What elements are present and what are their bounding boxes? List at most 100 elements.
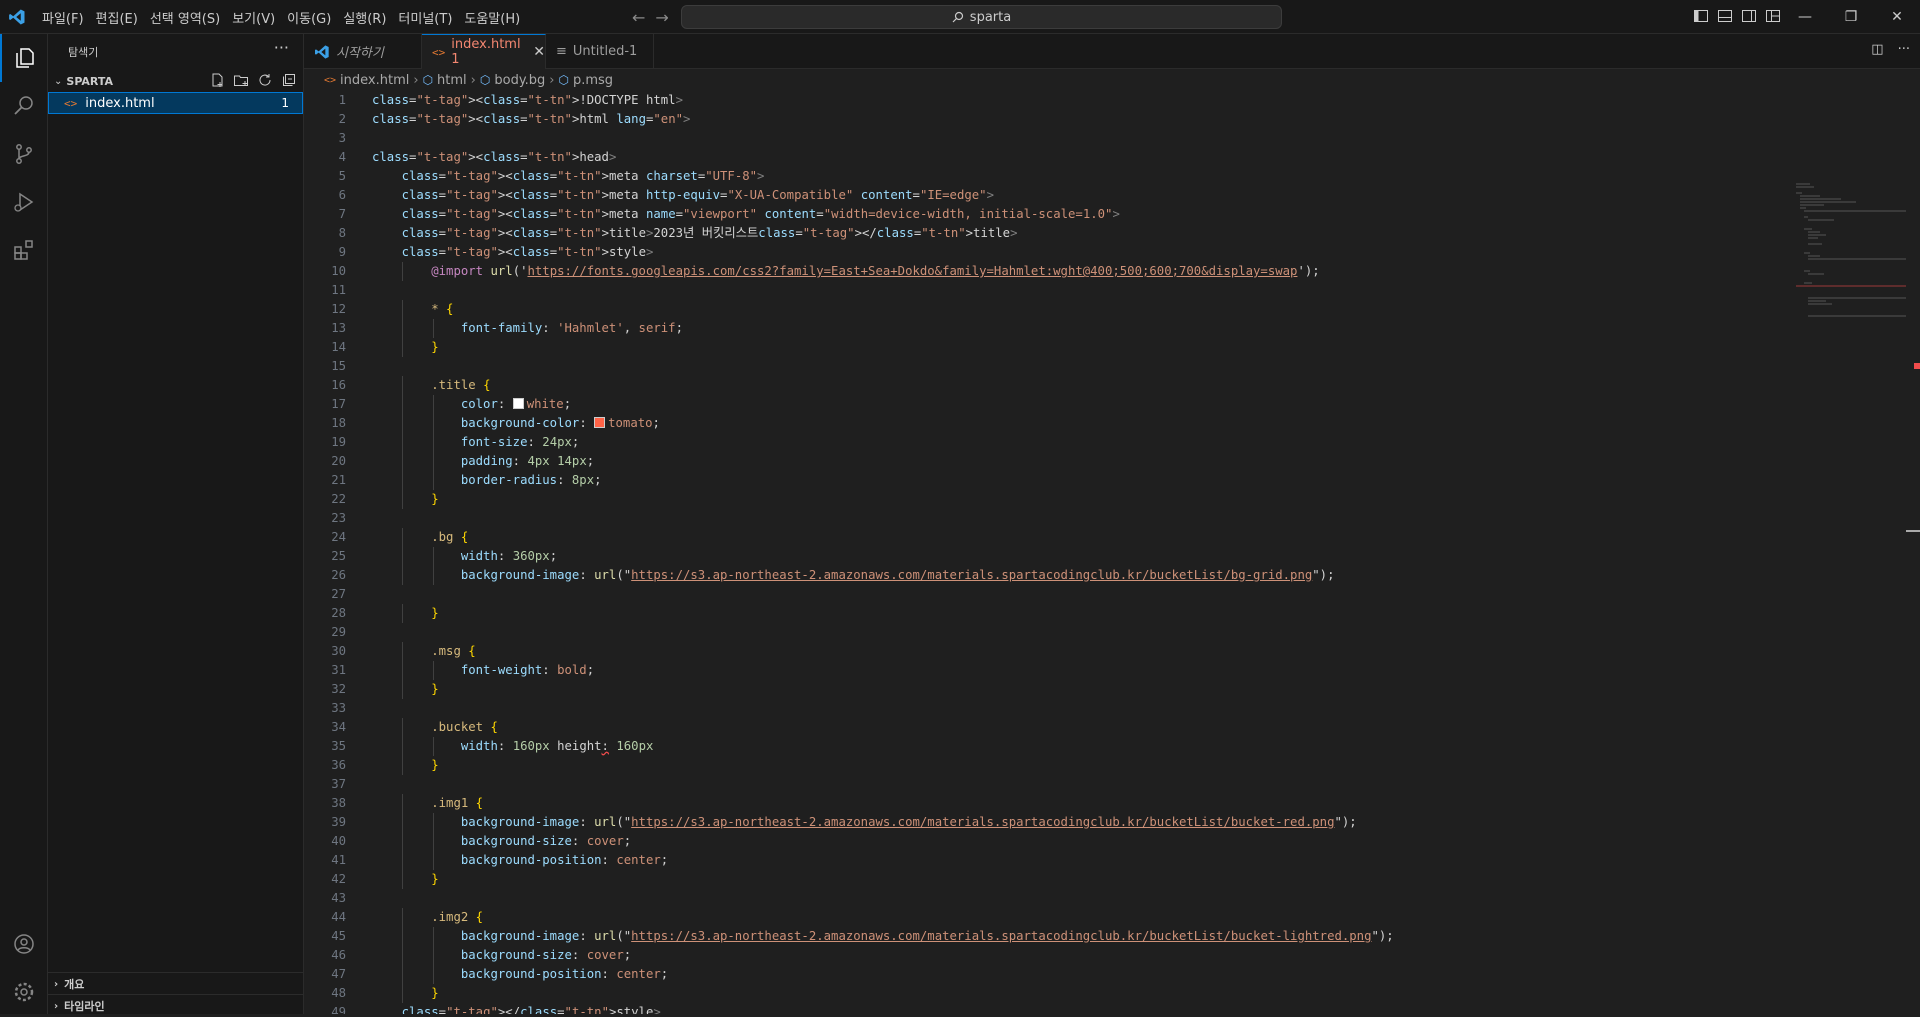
line-number: 9 bbox=[338, 245, 346, 259]
code-text: border-radius: 8px; bbox=[460, 473, 602, 487]
sidebar-title: 탐색기 bbox=[68, 46, 99, 59]
indent-guide bbox=[402, 300, 404, 319]
command-center-label: sparta bbox=[969, 9, 1012, 25]
menu-run[interactable]: 실행(R) bbox=[337, 8, 392, 27]
menu-file[interactable]: 파일(F) bbox=[36, 8, 90, 27]
back-arrow-icon[interactable]: ← bbox=[632, 8, 645, 27]
new-file-icon[interactable] bbox=[209, 72, 225, 88]
menu-terminal[interactable]: 터미널(T) bbox=[392, 8, 458, 27]
indent-guide bbox=[432, 547, 434, 566]
indent-guide bbox=[402, 794, 404, 813]
editor-actions: ◫ ··· bbox=[1871, 42, 1910, 57]
indent-guide bbox=[402, 965, 404, 984]
minimap[interactable] bbox=[1796, 182, 1906, 382]
line-number: 4 bbox=[338, 150, 346, 164]
menu-help[interactable]: 도움말(H) bbox=[458, 8, 526, 27]
breadcrumb-item[interactable]: p.msg bbox=[573, 73, 613, 88]
menu-go[interactable]: 이동(G) bbox=[281, 8, 337, 27]
refresh-icon[interactable] bbox=[257, 72, 273, 88]
line-number: 16 bbox=[331, 378, 346, 392]
color-swatch[interactable] bbox=[594, 417, 606, 428]
accounts-icon[interactable] bbox=[0, 920, 48, 968]
code-text: .bucket { bbox=[431, 720, 498, 734]
outline-label: 개요 bbox=[64, 978, 85, 991]
line-number: 41 bbox=[331, 853, 346, 867]
more-editor-actions-icon[interactable]: ··· bbox=[1898, 42, 1910, 57]
indent-guide bbox=[402, 604, 404, 623]
menu-edit[interactable]: 편집(E) bbox=[90, 8, 144, 27]
explorer-sidebar: 탐색기 ··· ⌄ SPARTA <> index.html 1 › 개요 › … bbox=[48, 34, 304, 1014]
chevron-right-icon: › bbox=[54, 1000, 59, 1012]
file-item-index-html[interactable]: <> index.html 1 bbox=[48, 92, 303, 114]
breadcrumb-item[interactable]: index.html bbox=[340, 73, 409, 88]
toggle-panel-icon[interactable] bbox=[1717, 8, 1733, 24]
code-text: class="t-tag"><class="t-tn">meta charset… bbox=[401, 169, 765, 183]
toggle-primary-sidebar-icon[interactable] bbox=[1693, 8, 1709, 24]
restore-icon[interactable]: ❐ bbox=[1828, 0, 1874, 34]
toggle-secondary-sidebar-icon[interactable] bbox=[1741, 8, 1757, 24]
tab-index-html[interactable]: <> index.html 1 ✕ bbox=[422, 34, 546, 69]
line-number: 29 bbox=[331, 625, 346, 639]
color-swatch[interactable] bbox=[512, 398, 524, 409]
code-text: } bbox=[431, 986, 439, 1000]
indent-guide bbox=[432, 737, 434, 756]
minimize-icon[interactable]: — bbox=[1782, 0, 1828, 34]
line-number: 23 bbox=[331, 511, 346, 525]
close-window-icon[interactable]: ✕ bbox=[1874, 0, 1920, 34]
menu-view[interactable]: 보기(V) bbox=[226, 8, 281, 27]
menu-selection[interactable]: 선택 영역(S) bbox=[144, 8, 226, 27]
indent-guide bbox=[432, 851, 434, 870]
indent-guide bbox=[402, 680, 404, 699]
line-number: 36 bbox=[331, 758, 346, 772]
tab-welcome[interactable]: 시작하기 bbox=[304, 34, 422, 69]
line-number: 30 bbox=[331, 644, 346, 658]
search-view-icon[interactable] bbox=[0, 82, 48, 130]
code-editor[interactable]: 1 class="t-tag"><class="t-tn">!DOCTYPE ht… bbox=[304, 91, 1920, 1014]
line-number: 21 bbox=[331, 473, 346, 487]
indent-guide bbox=[402, 395, 404, 414]
code-text: .img1 { bbox=[431, 796, 484, 810]
timeline-label: 타임라인 bbox=[64, 1000, 105, 1013]
line-number: 28 bbox=[331, 606, 346, 620]
explorer-icon[interactable] bbox=[0, 34, 48, 82]
code-text: .msg { bbox=[431, 644, 476, 658]
line-number: 6 bbox=[338, 188, 346, 202]
indent-guide bbox=[402, 813, 404, 832]
line-number: 26 bbox=[331, 568, 346, 582]
customize-layout-icon[interactable] bbox=[1765, 8, 1781, 24]
tab-untitled-1[interactable]: ≡ Untitled-1 bbox=[546, 34, 654, 69]
code-text: class="t-tag"><class="t-tn">meta http-eq… bbox=[401, 188, 994, 202]
code-text: @import url('https://fonts.googleapis.co… bbox=[431, 264, 1320, 278]
chevron-right-icon: › bbox=[470, 72, 476, 88]
settings-gear-icon[interactable] bbox=[0, 968, 48, 1016]
collapse-all-icon[interactable] bbox=[281, 72, 297, 88]
menu-bar: 파일(F) 편집(E) 선택 영역(S) 보기(V) 이동(G) 실행(R) 터… bbox=[36, 0, 526, 34]
run-debug-icon[interactable] bbox=[0, 178, 48, 226]
indent-guide bbox=[432, 414, 434, 433]
code-text: } bbox=[431, 758, 439, 772]
forward-arrow-icon[interactable]: → bbox=[655, 8, 668, 27]
breadcrumb-item[interactable]: body.bg bbox=[494, 73, 545, 88]
command-center[interactable]: sparta bbox=[681, 5, 1282, 29]
close-tab-icon[interactable]: ✕ bbox=[533, 44, 545, 60]
line-number: 2 bbox=[338, 112, 346, 126]
indent-guide bbox=[402, 908, 404, 927]
new-folder-icon[interactable] bbox=[233, 72, 249, 88]
code-text: background-image: url("https://s3.ap-nor… bbox=[460, 815, 1357, 829]
explorer-actions bbox=[209, 72, 297, 88]
source-control-icon[interactable] bbox=[0, 130, 48, 178]
line-number: 45 bbox=[331, 929, 346, 943]
extensions-icon[interactable] bbox=[0, 226, 48, 274]
breadcrumb-item[interactable]: html bbox=[437, 73, 467, 88]
file-name: index.html bbox=[85, 95, 155, 111]
line-number: 11 bbox=[331, 283, 346, 297]
cursor-scroll-marker bbox=[1906, 530, 1920, 532]
indent-guide bbox=[402, 642, 404, 661]
outline-section-header[interactable]: › 개요 bbox=[48, 972, 303, 995]
line-number: 37 bbox=[331, 777, 346, 791]
split-editor-icon[interactable]: ◫ bbox=[1871, 42, 1883, 57]
more-actions-icon[interactable]: ··· bbox=[274, 38, 289, 57]
workspace-section-header[interactable]: ⌄ SPARTA bbox=[48, 70, 303, 92]
line-number: 44 bbox=[331, 910, 346, 924]
line-number: 25 bbox=[331, 549, 346, 563]
